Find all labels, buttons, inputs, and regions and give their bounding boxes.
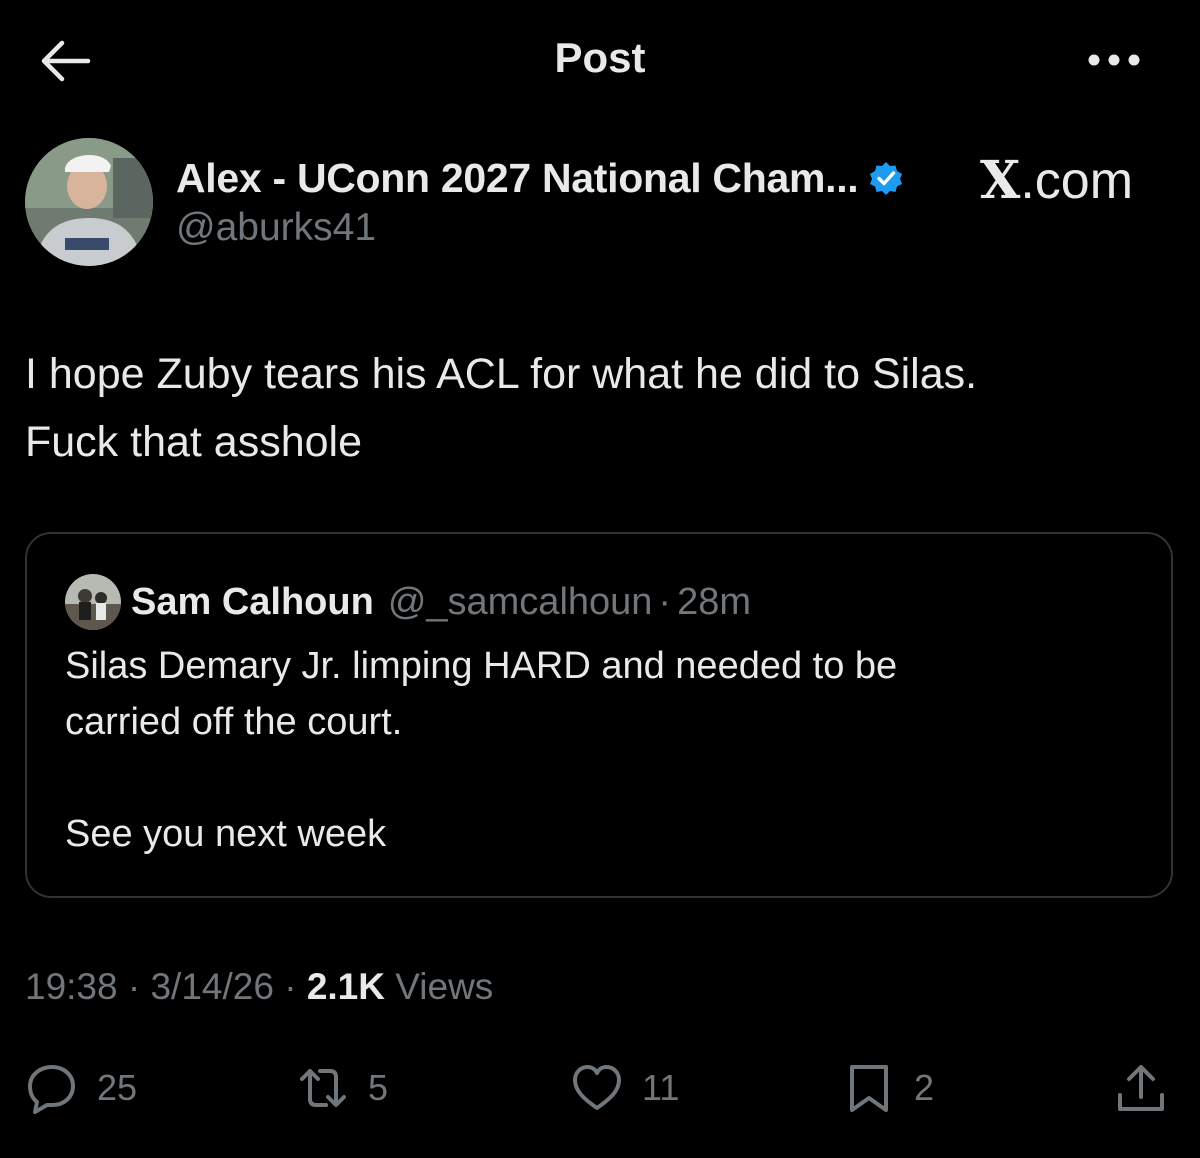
author-handle[interactable]: @aburks41	[176, 206, 376, 250]
page-title: Post	[554, 34, 646, 81]
quote-author-handle[interactable]: @_samcalhoun	[388, 581, 653, 624]
reply-icon	[28, 1065, 75, 1114]
post-text: I hope Zuby tears his ACL for what he di…	[25, 350, 978, 466]
reply-count: 25	[97, 1067, 138, 1108]
repost-button[interactable]: 5	[296, 1058, 388, 1118]
more-options-button[interactable]	[1084, 50, 1144, 70]
quote-text: Silas Demary Jr. limping HARD and needed…	[65, 645, 898, 855]
x-com-watermark: X.com	[980, 150, 1134, 211]
reply-button[interactable]: 25	[25, 1058, 137, 1118]
views-count: 2.1K	[306, 966, 385, 1007]
repost-icon	[300, 1069, 346, 1107]
views-label: Views	[395, 966, 494, 1007]
repost-count: 5	[368, 1067, 389, 1108]
like-icon	[573, 1065, 621, 1110]
post-time: 19:38	[25, 966, 118, 1007]
share-icon	[1118, 1065, 1164, 1111]
share-button[interactable]	[1114, 1058, 1168, 1118]
author-name[interactable]: Alex - UConn 2027 National Cham...	[176, 155, 859, 202]
quote-avatar[interactable]	[65, 574, 121, 630]
like-count: 11	[642, 1067, 680, 1108]
separator-dot: ·	[284, 966, 307, 1007]
post-meta: 19:38 · 3/14/26 · 2.1K Views	[25, 966, 493, 1008]
quote-timestamp: 28m	[677, 580, 751, 623]
separator-dot: ·	[658, 580, 672, 623]
quoted-post[interactable]: Sam Calhoun @_samcalhoun · 28m Silas Dem…	[25, 532, 1173, 898]
separator-dot: ·	[127, 966, 151, 1007]
author-avatar[interactable]	[25, 138, 153, 266]
post-date: 3/14/26	[150, 966, 274, 1007]
like-button[interactable]: 11	[570, 1058, 679, 1118]
bookmark-count: 2	[914, 1067, 935, 1108]
verified-badge-icon	[870, 162, 903, 195]
bookmark-icon	[850, 1065, 888, 1112]
quote-author-name[interactable]: Sam Calhoun	[131, 581, 374, 624]
bookmark-button[interactable]: 2	[842, 1058, 934, 1118]
more-icon	[1088, 54, 1140, 66]
